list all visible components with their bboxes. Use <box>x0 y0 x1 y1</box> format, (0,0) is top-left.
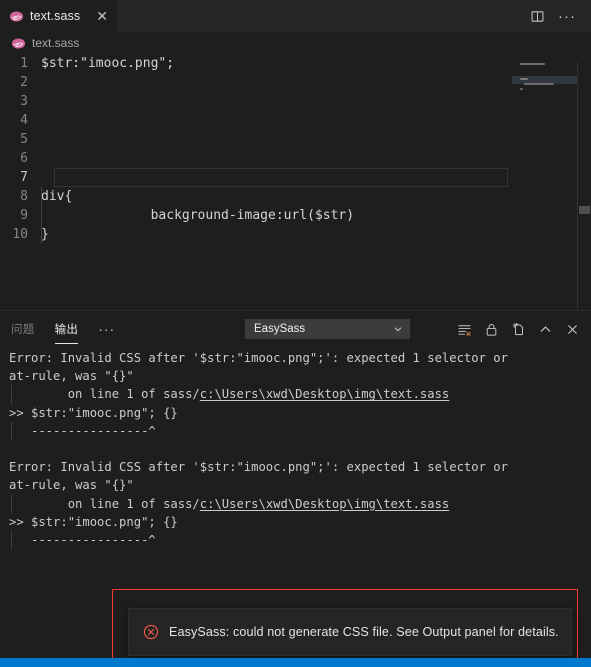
code-line[interactable]: 9 background-image:url($str) <box>0 187 512 244</box>
output-line-with-link: on line 1 of sass/c:\Users\xwd\Desktop\i… <box>9 385 591 404</box>
output-channel-select[interactable]: EasySass <box>245 319 410 339</box>
output-line: at-rule, was "{}" <box>9 478 134 493</box>
code-line[interactable]: 2 <box>0 73 512 92</box>
line-number: 9 <box>20 208 28 223</box>
breadcrumb-item-file[interactable]: text.sass <box>32 36 79 50</box>
panel-tab-problems[interactable]: 问题 <box>11 312 35 345</box>
output-channel-value: EasySass <box>254 323 306 335</box>
output-line: ----------------^ <box>9 421 591 441</box>
line-content[interactable]: $str:"imooc.png"; <box>41 54 512 73</box>
code-line[interactable]: 1 $str:"imooc.png"; <box>0 54 512 73</box>
editor-tab-bar: text.sass ✕ ··· <box>0 0 591 32</box>
line-number: 2 <box>20 75 28 90</box>
code-line[interactable]: 5 <box>0 130 512 149</box>
line-number: 8 <box>20 189 28 204</box>
maximize-panel-icon[interactable] <box>533 317 557 341</box>
panel-actions <box>452 317 584 341</box>
panel-header: 问题 输出 ··· EasySass <box>0 311 591 346</box>
line-number: 5 <box>20 132 28 147</box>
minimap-code-row <box>520 88 523 90</box>
sass-icon <box>9 10 24 22</box>
sass-icon <box>11 37 26 49</box>
output-line-prefix: on line 1 of sass/ <box>9 387 200 402</box>
minimap-code-row <box>524 83 554 85</box>
clear-output-icon[interactable] <box>452 317 476 341</box>
notification-message: EasySass: could not generate CSS file. S… <box>169 625 559 639</box>
output-line: at-rule, was "{}" <box>9 369 134 384</box>
vscode-window: text.sass ✕ ··· text.sass 1 $str:"imooc.… <box>0 0 591 667</box>
minimap-code-row <box>520 63 545 65</box>
status-bar[interactable] <box>0 658 591 667</box>
breadcrumb[interactable]: text.sass <box>0 32 591 54</box>
editor-scrollbar-thumb[interactable] <box>579 206 590 214</box>
code-lines[interactable]: 1 $str:"imooc.png"; 2 3 4 5 6 7 8 div{9… <box>0 54 512 310</box>
bottom-panel: 问题 输出 ··· EasySass Error: Invalid CSS af… <box>0 310 591 657</box>
editor-tab-close-icon[interactable]: ✕ <box>96 9 108 23</box>
output-line-prefix: on line 1 of sass/ <box>9 496 200 511</box>
output-line: >> $str:"imooc.png"; {} <box>9 405 178 420</box>
line-text: background-image:url($str) <box>119 208 355 223</box>
line-content[interactable]: } <box>41 225 512 244</box>
editor-tab-bar-actions: ··· <box>524 0 591 32</box>
split-editor-icon[interactable] <box>524 3 550 29</box>
output-scrollbar[interactable] <box>578 346 591 658</box>
open-in-editor-icon[interactable] <box>506 317 530 341</box>
code-line[interactable]: 4 <box>0 111 512 130</box>
editor-scrollbar[interactable] <box>578 54 591 310</box>
line-number: 4 <box>20 113 28 128</box>
output-line: >> $str:"imooc.png"; {} <box>9 514 178 529</box>
output-line: Error: Invalid CSS after '$str:"imooc.pn… <box>9 351 508 365</box>
lock-scroll-icon[interactable] <box>479 317 503 341</box>
output-file-link[interactable]: c:\Users\xwd\Desktop\img\text.sass <box>200 497 449 511</box>
code-line-current[interactable]: 7 <box>0 168 512 187</box>
code-line[interactable]: 10 } <box>0 225 512 244</box>
error-circle-x-icon <box>143 624 159 640</box>
line-number: 3 <box>20 94 28 109</box>
notification-toast[interactable]: EasySass: could not generate CSS file. S… <box>128 608 572 656</box>
line-number: 7 <box>20 170 28 185</box>
output-line-blank <box>9 440 591 458</box>
line-number: 10 <box>12 227 28 242</box>
editor-tab-text-sass[interactable]: text.sass ✕ <box>0 0 118 32</box>
code-line[interactable]: 3 <box>0 92 512 111</box>
close-panel-icon[interactable] <box>560 317 584 341</box>
output-line-with-link: on line 1 of sass/c:\Users\xwd\Desktop\i… <box>9 494 591 513</box>
panel-tab-output[interactable]: 输出 <box>54 312 79 345</box>
more-actions-icon[interactable]: ··· <box>554 3 580 29</box>
output-line: Error: Invalid CSS after '$str:"imooc.pn… <box>9 460 508 475</box>
chevron-down-icon <box>394 327 402 332</box>
output-file-link[interactable]: c:\Users\xwd\Desktop\img\text.sass <box>200 387 449 401</box>
panel-tabs-more-icon[interactable]: ··· <box>98 322 115 336</box>
line-number: 1 <box>20 56 28 71</box>
minimap-code-row <box>520 78 528 80</box>
minimap[interactable] <box>512 54 578 310</box>
line-number: 6 <box>20 151 28 166</box>
code-line[interactable]: 6 <box>0 149 512 168</box>
output-line: ----------------^ <box>9 530 591 550</box>
code-editor[interactable]: 1 $str:"imooc.png"; 2 3 4 5 6 7 8 div{9… <box>0 54 591 310</box>
editor-tab-label: text.sass <box>30 9 81 23</box>
